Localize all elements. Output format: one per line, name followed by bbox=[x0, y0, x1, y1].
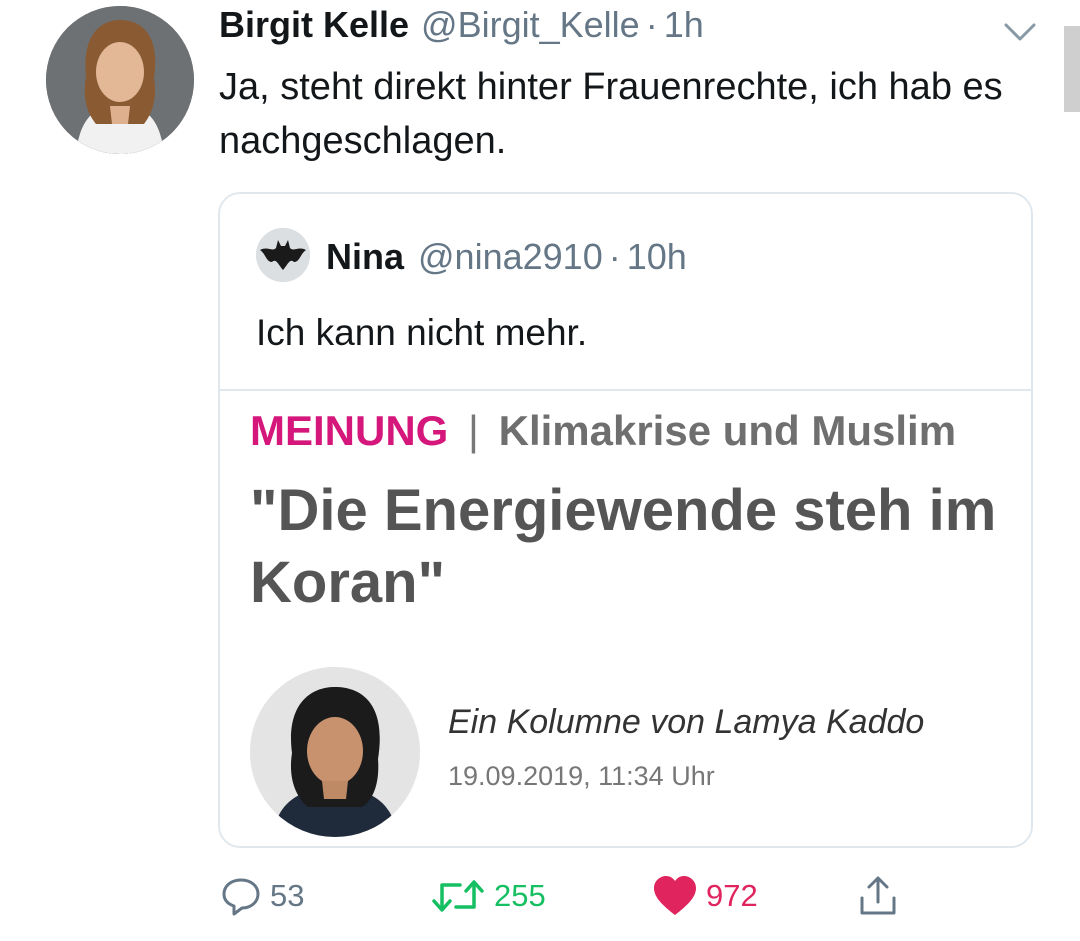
header-separator: · bbox=[645, 4, 658, 45]
quoted-author-handle[interactable]: @nina2910 bbox=[418, 236, 603, 278]
heart-icon bbox=[652, 875, 698, 917]
bat-avatar-image bbox=[256, 228, 310, 282]
author-name[interactable]: Birgit Kelle bbox=[219, 4, 409, 46]
avatar-portrait bbox=[46, 6, 194, 154]
author-handle[interactable]: @Birgit_Kelle bbox=[421, 4, 640, 46]
like-button[interactable]: 972 bbox=[652, 866, 758, 926]
article-kicker: MEINUNG | Klimakrise und Muslim bbox=[250, 407, 956, 455]
tweet-time[interactable]: 1h bbox=[664, 4, 704, 46]
retweet-count: 255 bbox=[494, 878, 546, 913]
quoted-tweet-text: Ich kann nicht mehr. bbox=[256, 312, 588, 353]
quoted-tweet-time[interactable]: 10h bbox=[627, 236, 687, 278]
retweet-button[interactable]: 255 bbox=[430, 866, 546, 926]
tweet-header: Birgit Kelle @Birgit_Kelle · 1h bbox=[219, 4, 704, 54]
article-headline: "Die Energiewende steh im Koran" bbox=[250, 478, 997, 615]
article-screenshot: MEINUNG | Klimakrise und Muslim "Die Ene… bbox=[220, 391, 1031, 846]
chevron-down-icon[interactable] bbox=[1000, 18, 1040, 46]
author-avatar[interactable] bbox=[46, 6, 194, 154]
share-icon bbox=[856, 874, 900, 918]
retweet-icon bbox=[430, 875, 486, 917]
quoted-tweet-card[interactable]: Nina @nina2910 · 10h Ich kann nicht mehr… bbox=[218, 192, 1033, 848]
share-button[interactable] bbox=[856, 866, 900, 926]
author-photo bbox=[250, 667, 420, 837]
tweet-text: Ja, steht direkt hinter Frauenrechte, ic… bbox=[219, 66, 1003, 162]
scrollbar[interactable] bbox=[1064, 26, 1080, 112]
columnist-portrait bbox=[250, 667, 420, 837]
kicker-topic: Klimakrise und Muslim bbox=[498, 407, 957, 454]
reply-icon bbox=[220, 875, 262, 917]
quoted-author-name[interactable]: Nina bbox=[326, 236, 404, 278]
article-byline: Ein Kolumne von Lamya Kaddo bbox=[448, 703, 925, 741]
article-date: 19.09.2019, 11:34 Uhr bbox=[448, 761, 715, 791]
reply-count: 53 bbox=[270, 878, 305, 913]
kicker-separator: | bbox=[468, 407, 479, 454]
tweet-action-bar: 53 255 972 bbox=[0, 866, 1080, 936]
quoted-tweet-header: Nina @nina2910 · 10h bbox=[326, 236, 687, 278]
quoted-author-avatar[interactable] bbox=[256, 228, 310, 282]
like-count: 972 bbox=[706, 878, 758, 913]
reply-button[interactable]: 53 bbox=[220, 866, 304, 926]
kicker-label: MEINUNG bbox=[250, 407, 449, 454]
quoted-header-separator: · bbox=[608, 236, 621, 277]
